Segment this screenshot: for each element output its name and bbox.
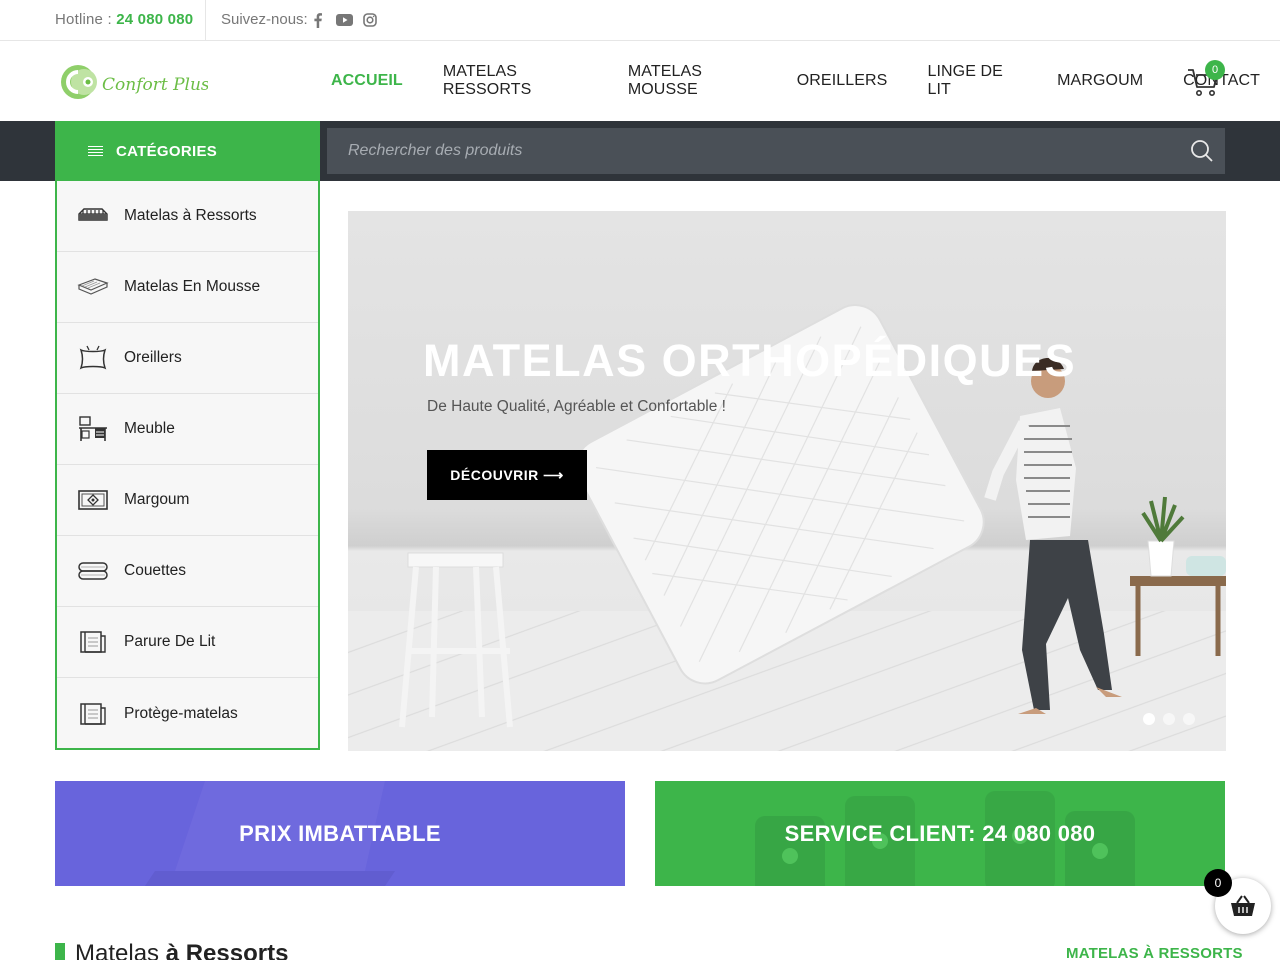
category-item-oreillers[interactable]: Oreillers	[57, 323, 318, 394]
category-item-meuble[interactable]: Meuble	[57, 394, 318, 465]
floating-cart-count: 0	[1204, 869, 1232, 897]
topbar-divider	[205, 0, 206, 40]
category-item-margoum[interactable]: Margoum	[57, 465, 318, 536]
section-heading: Matelas à Ressorts	[75, 940, 288, 960]
main-nav: ACCUEIL MATELAS RESSORTS MATELAS MOUSSE …	[311, 41, 1280, 121]
section-view-all-link[interactable]: MATELAS À RESSORTS	[1066, 945, 1243, 960]
basket-icon	[1231, 895, 1255, 916]
categories-toggle-button[interactable]: CATÉGORIES	[55, 121, 320, 181]
follow-label: Suivez-nous:	[221, 11, 308, 28]
furniture-icon	[77, 413, 109, 445]
banner-label: PRIX IMBATTABLE	[239, 820, 441, 846]
instagram-icon[interactable]	[362, 11, 377, 29]
category-item-matelas-mousse[interactable]: Matelas En Mousse	[57, 252, 318, 323]
slider-dot-1[interactable]	[1143, 713, 1155, 725]
nav-accueil[interactable]: ACCUEIL	[311, 72, 423, 90]
hero-subtitle: De Haute Qualité, Agréable et Confortabl…	[427, 398, 726, 415]
category-label: Margoum	[124, 491, 190, 508]
section-heading-light: Matelas	[75, 940, 166, 960]
nav-oreillers[interactable]: OREILLERS	[777, 72, 908, 90]
section-title: Matelas à Ressorts	[55, 940, 288, 960]
category-item-matelas-ressorts[interactable]: Matelas à Ressorts	[57, 181, 318, 252]
categories-label: CATÉGORIES	[116, 142, 218, 160]
search-box	[327, 128, 1225, 174]
bedding-set-icon	[77, 626, 109, 658]
slider-dot-3[interactable]	[1183, 713, 1195, 725]
category-label: Couettes	[124, 562, 187, 579]
category-label: Protège-matelas	[124, 704, 238, 722]
category-label: Matelas En Mousse	[124, 278, 261, 295]
banner-label: SERVICE CLIENT: 24 080 080	[784, 820, 1096, 846]
category-item-protege-matelas[interactable]: Protège-matelas	[57, 678, 318, 749]
cart-count-badge: 0	[1205, 60, 1225, 80]
mattress-protector-icon	[77, 698, 109, 730]
section-title-accent	[55, 943, 65, 960]
category-item-couettes[interactable]: Couettes	[57, 536, 318, 607]
nav-margoum[interactable]: MARGOUM	[1037, 72, 1163, 90]
spring-mattress-icon	[77, 200, 109, 232]
category-item-parure-de-lit[interactable]: Parure De Lit	[57, 607, 318, 678]
category-label: Oreillers	[124, 349, 182, 366]
hero-slider: MATELAS ORTHOPÉDIQUES De Haute Qualité, …	[348, 211, 1226, 751]
rug-icon	[77, 484, 109, 516]
section-heading-bold: à Ressorts	[165, 940, 289, 960]
hotline-number[interactable]: 24 080 080	[116, 11, 193, 28]
pillow-icon	[77, 342, 109, 374]
discover-button[interactable]: DÉCOUVRIR ⟶	[427, 450, 587, 500]
banner-service-client[interactable]: SERVICE CLIENT: 24 080 080	[655, 781, 1225, 886]
category-list: Matelas à Ressorts Matelas En Mousse Ore…	[55, 181, 320, 750]
category-label: Meuble	[124, 420, 175, 437]
slider-dot-2[interactable]	[1163, 713, 1175, 725]
youtube-icon[interactable]	[335, 11, 353, 29]
foam-mattress-icon	[77, 271, 109, 303]
top-bar: Hotline : 24 080 080 Suivez-nous:	[0, 0, 1280, 41]
duvet-icon	[77, 555, 109, 587]
hotline: Hotline : 24 080 080	[55, 0, 193, 40]
main-header: Confort Plus ACCUEIL MATELAS RESSORTS MA…	[0, 41, 1280, 121]
search-icon[interactable]	[1189, 138, 1215, 164]
logo-text: Confort Plus	[102, 75, 208, 95]
facebook-icon[interactable]	[312, 11, 324, 29]
search-input[interactable]	[327, 128, 1167, 174]
banner-prix-imbattable[interactable]: PRIX IMBATTABLE	[55, 781, 625, 886]
category-label: Parure De Lit	[124, 633, 216, 650]
category-label: Matelas à Ressorts	[124, 207, 257, 224]
menu-icon	[88, 145, 103, 157]
slider-dots	[1143, 713, 1203, 725]
nav-linge-de-lit[interactable]: LINGE DE LIT	[907, 63, 1037, 99]
hotline-label: Hotline :	[55, 11, 117, 28]
nav-matelas-mousse[interactable]: MATELAS MOUSSE	[608, 63, 777, 99]
hero-title: MATELAS ORTHOPÉDIQUES	[423, 335, 1077, 386]
nav-matelas-ressorts[interactable]: MATELAS RESSORTS	[423, 63, 608, 99]
site-logo[interactable]: Confort Plus	[58, 60, 210, 104]
